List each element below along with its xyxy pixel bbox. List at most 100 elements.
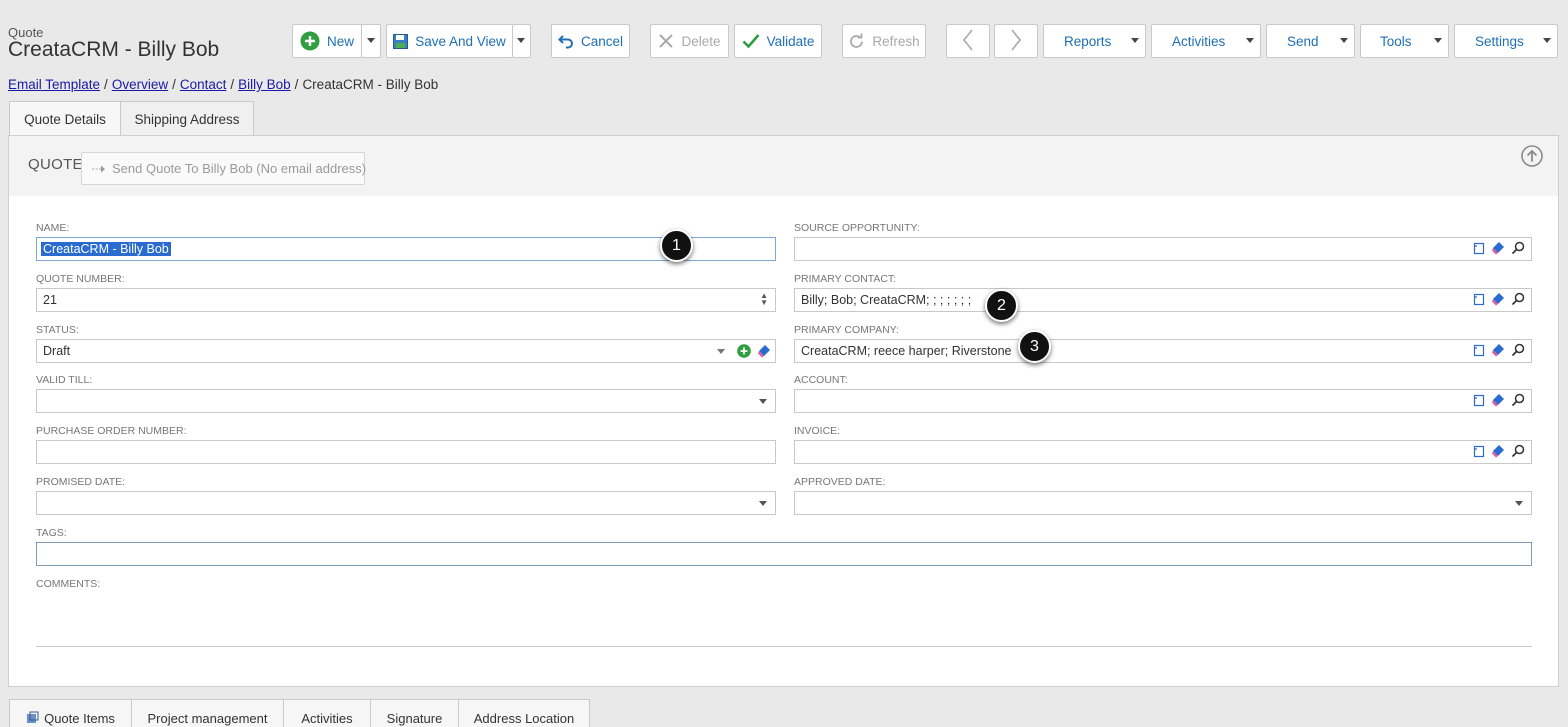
activities-menu-button[interactable]: Activities — [1151, 24, 1261, 58]
status-value: Draft — [43, 344, 71, 358]
send-quote-button[interactable]: Send Quote To Billy Bob (No email addres… — [81, 152, 367, 185]
tags-field[interactable] — [36, 542, 1532, 566]
breadcrumb-overview[interactable]: Overview — [112, 77, 168, 92]
chevron-down-icon[interactable] — [759, 501, 767, 506]
quote-details-panel: QUOTE Send Quote To Billy Bob (No email … — [8, 135, 1559, 687]
quote-number-label: QUOTE NUMBER: — [36, 273, 125, 285]
eraser-icon[interactable] — [1491, 444, 1505, 458]
send-menu-button[interactable]: Send — [1266, 24, 1355, 58]
status-select[interactable]: Draft — [36, 339, 776, 363]
approved-date-field[interactable] — [794, 491, 1532, 515]
open-record-icon[interactable] — [1473, 293, 1485, 306]
primary-contact-value: Billy; Bob; CreataCRM; ; ; ; ; ; ; — [801, 293, 972, 307]
save-dropdown-button[interactable] — [512, 24, 531, 58]
eraser-icon[interactable] — [1491, 343, 1505, 357]
add-status-icon[interactable] — [737, 344, 751, 361]
refresh-button-label: Refresh — [872, 33, 920, 49]
quote-number-field[interactable]: 21 ▲ ▼ — [36, 288, 776, 312]
source-opportunity-lookup[interactable] — [794, 237, 1532, 261]
chevron-down-icon[interactable] — [759, 399, 767, 404]
valid-till-field[interactable] — [36, 389, 776, 413]
validate-button[interactable]: Validate — [734, 24, 822, 58]
eraser-icon[interactable] — [757, 344, 771, 361]
tab-address-location[interactable]: Address Location — [458, 699, 590, 727]
name-label: NAME: — [36, 222, 70, 234]
purchase-order-number-field[interactable] — [36, 440, 776, 464]
new-button[interactable]: New — [292, 24, 362, 58]
section-title: QUOTE — [28, 156, 83, 173]
tab-project-management[interactable]: Project management — [131, 699, 284, 727]
reports-menu-button[interactable]: Reports — [1043, 24, 1146, 58]
status-label: STATUS: — [36, 324, 79, 336]
send-quote-label: Send Quote To Billy Bob (No email addres… — [112, 161, 367, 176]
eraser-icon[interactable] — [1491, 393, 1505, 407]
valid-till-label: VALID TILL: — [36, 374, 93, 386]
collapse-section-icon[interactable] — [1521, 145, 1543, 167]
chevron-down-icon — [1340, 38, 1348, 43]
tab-activities[interactable]: Activities — [283, 699, 371, 727]
tab-quote-details[interactable]: Quote Details — [9, 101, 121, 137]
tab-shipping-address[interactable]: Shipping Address — [120, 101, 254, 136]
chevron-down-icon[interactable] — [1515, 501, 1523, 506]
chevron-down-icon — [517, 38, 525, 43]
search-icon[interactable] — [1511, 241, 1525, 255]
page-title: CreataCRM - Billy Bob — [8, 38, 220, 61]
previous-record-button[interactable] — [946, 24, 990, 58]
source-opportunity-label: SOURCE OPPORTUNITY: — [794, 222, 920, 234]
reports-label: Reports — [1064, 33, 1112, 49]
breadcrumb-billy-bob[interactable]: Billy Bob — [238, 77, 291, 92]
chevron-down-icon — [1246, 38, 1254, 43]
eraser-icon[interactable] — [1491, 292, 1505, 306]
open-record-icon[interactable] — [1473, 242, 1485, 255]
approved-date-label: APPROVED DATE: — [794, 476, 886, 488]
lookup-actions — [1473, 343, 1525, 357]
delete-button[interactable]: Delete — [650, 24, 729, 58]
search-icon[interactable] — [1511, 393, 1525, 407]
name-value: CreataCRM - Billy Bob — [41, 242, 171, 256]
search-icon[interactable] — [1511, 343, 1525, 357]
save-and-view-button[interactable]: Save And View — [386, 24, 513, 58]
comments-field[interactable] — [36, 594, 1532, 646]
settings-menu-button[interactable]: Settings — [1454, 24, 1558, 58]
chevron-down-icon — [1434, 38, 1442, 43]
account-lookup[interactable] — [794, 389, 1532, 413]
tab-signature[interactable]: Signature — [370, 699, 459, 727]
refresh-button[interactable]: Refresh — [842, 24, 926, 58]
next-record-button[interactable] — [994, 24, 1038, 58]
lookup-actions — [1473, 444, 1525, 458]
chevron-down-icon[interactable] — [717, 349, 725, 354]
search-icon[interactable] — [1511, 444, 1525, 458]
chevron-down-icon — [1131, 38, 1139, 43]
lookup-actions — [1473, 241, 1525, 255]
open-record-icon[interactable] — [1473, 445, 1485, 458]
undo-icon — [558, 33, 574, 49]
chevron-down-icon — [1543, 38, 1551, 43]
tags-label: TAGS: — [36, 527, 67, 539]
primary-company-lookup[interactable]: CreataCRM; reece harper; Riverstone — [794, 339, 1532, 363]
invoice-lookup[interactable] — [794, 440, 1532, 464]
tab-quote-items-label: Quote Items — [44, 711, 115, 726]
plus-circle-icon — [300, 31, 320, 51]
breadcrumb-separator: / — [172, 77, 176, 92]
new-dropdown-button[interactable] — [361, 24, 381, 58]
open-record-icon[interactable] — [1473, 394, 1485, 407]
eraser-icon[interactable] — [1491, 241, 1505, 255]
quote-number-value: 21 — [43, 293, 57, 307]
account-label: ACCOUNT: — [794, 374, 848, 386]
primary-contact-lookup[interactable]: Billy; Bob; CreataCRM; ; ; ; ; ; ; — [794, 288, 1532, 312]
settings-label: Settings — [1475, 33, 1524, 49]
search-icon[interactable] — [1511, 292, 1525, 306]
tools-menu-button[interactable]: Tools — [1360, 24, 1449, 58]
lookup-actions — [1473, 292, 1525, 306]
open-record-icon[interactable] — [1473, 344, 1485, 357]
chevron-left-icon — [962, 28, 974, 54]
delete-button-label: Delete — [681, 33, 721, 49]
breadcrumb-contact[interactable]: Contact — [180, 77, 227, 92]
breadcrumb-email-template[interactable]: Email Template — [8, 77, 100, 92]
tools-label: Tools — [1380, 33, 1412, 49]
tab-quote-items[interactable]: Quote Items — [9, 699, 132, 727]
cancel-button[interactable]: Cancel — [551, 24, 630, 58]
chevron-down-icon — [367, 38, 375, 43]
promised-date-field[interactable] — [36, 491, 776, 515]
number-spinner-icon[interactable]: ▲ ▼ — [760, 292, 768, 307]
